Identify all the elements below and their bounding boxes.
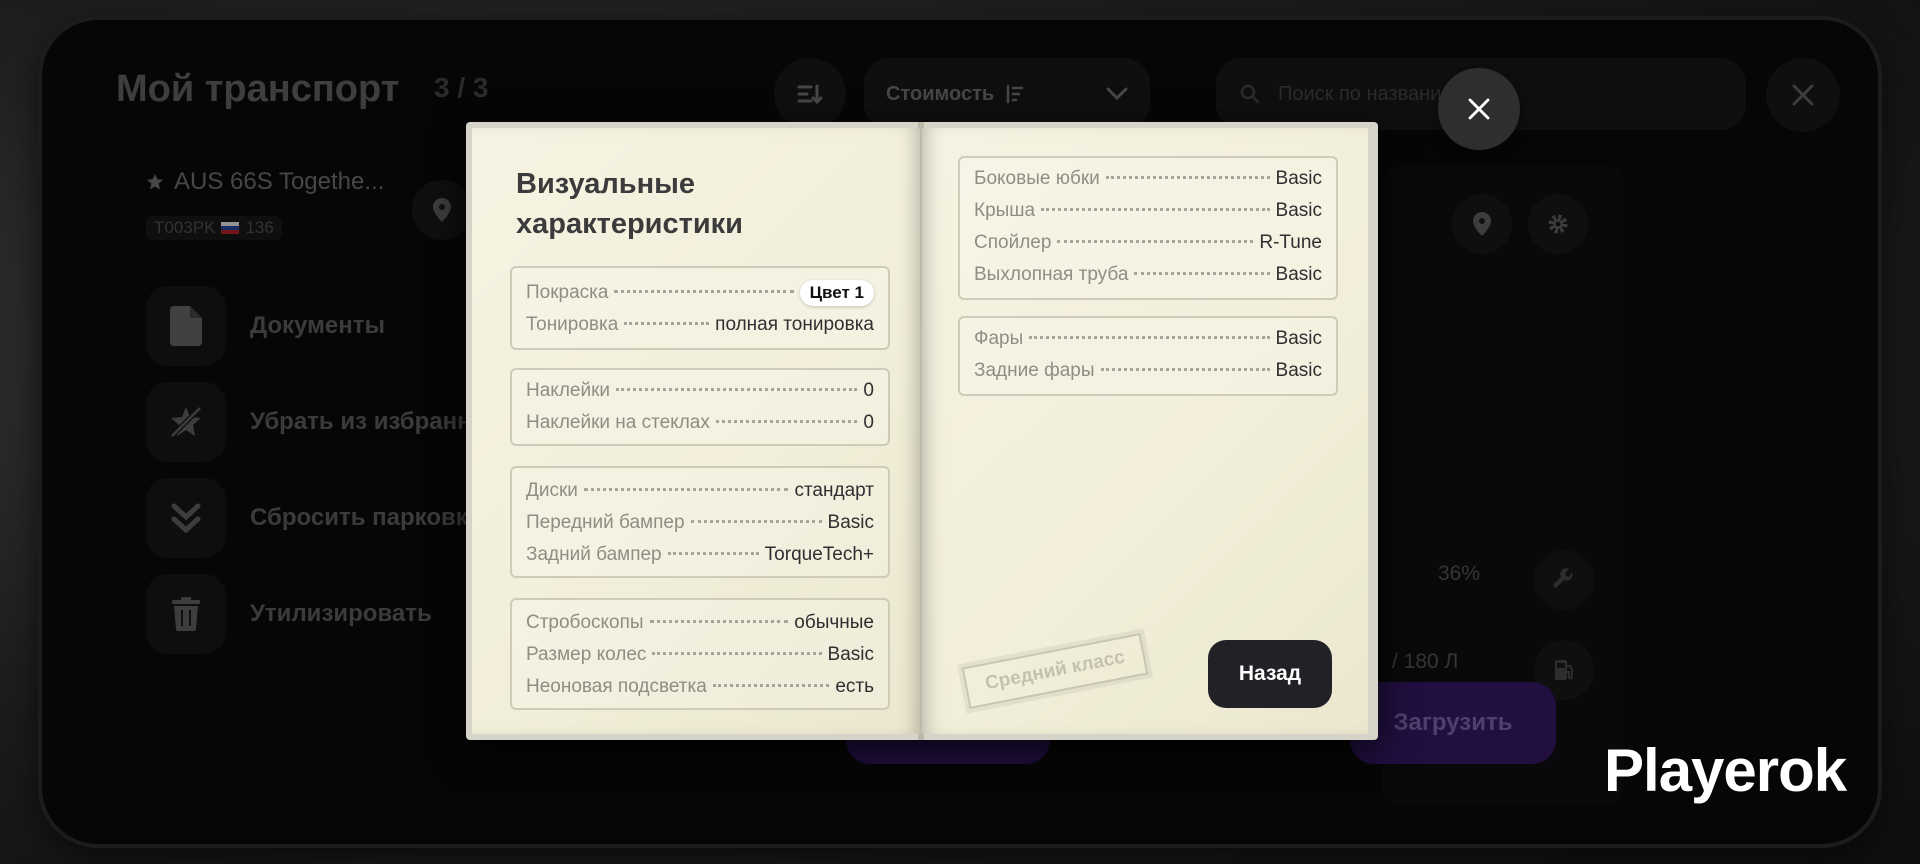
book-title: Визуальные характеристики: [516, 168, 743, 240]
spec-row: Спойлер R-Tune: [974, 232, 1322, 258]
visual-specs-book: Визуальные характеристики Покраска Цвет …: [466, 122, 1378, 740]
spec-value: 0: [863, 412, 874, 433]
spec-label: Задний бампер: [526, 544, 662, 565]
spec-value: Basic: [1275, 328, 1322, 349]
spec-row: Наклейки 0: [526, 380, 874, 406]
spec-value: стандарт: [794, 480, 874, 501]
close-icon: [1468, 98, 1490, 120]
spec-label: Фары: [974, 328, 1024, 349]
spec-value: обычные: [794, 612, 874, 633]
book-right-page: Боковые юбки Basic Крыша Basic Спойлер R…: [922, 128, 1368, 734]
spec-label: Крыша: [974, 200, 1036, 221]
spec-label: Передний бампер: [526, 512, 685, 533]
spec-label: Неоновая подсветка: [526, 676, 707, 697]
spec-label: Покраска: [526, 282, 609, 303]
spec-row: Размер колес Basic: [526, 644, 874, 670]
spec-row: Наклейки на стеклах 0: [526, 412, 874, 438]
spec-label: Боковые юбки: [974, 168, 1100, 189]
book-left-page: Визуальные характеристики Покраска Цвет …: [472, 128, 920, 734]
paint-group: Покраска Цвет 1 Тонировка полная тониров…: [510, 266, 890, 350]
spec-row: Передний бампер Basic: [526, 512, 874, 538]
spec-row: Тонировка полная тонировка: [526, 314, 874, 340]
spec-row: Диски стандарт: [526, 480, 874, 506]
spec-label: Выхлопная труба: [974, 264, 1129, 285]
spec-value: TorqueTech+: [764, 544, 874, 565]
spec-label: Стробоскопы: [526, 612, 644, 633]
spec-value: Basic: [827, 512, 874, 533]
stickers-group: Наклейки 0 Наклейки на стеклах 0: [510, 368, 890, 446]
spec-row: Выхлопная труба Basic: [974, 264, 1322, 290]
spec-value: Basic: [1275, 264, 1322, 285]
spec-row: Задний бампер TorqueTech+: [526, 544, 874, 570]
spec-row: Боковые юбки Basic: [974, 168, 1322, 194]
spec-label: Наклейки на стеклах: [526, 412, 710, 433]
watermark-logo: Playerok: [1604, 737, 1847, 804]
spec-label: Спойлер: [974, 232, 1052, 253]
class-stamp: Средний класс: [961, 633, 1149, 709]
spec-row: Неоновая подсветка есть: [526, 676, 874, 702]
spec-value: R-Tune: [1259, 232, 1322, 253]
spec-row: Стробоскопы обычные: [526, 612, 874, 638]
spec-row: Задние фары Basic: [974, 360, 1322, 386]
lights-group: Стробоскопы обычные Размер колес Basic Н…: [510, 598, 890, 710]
spec-value: Basic: [827, 644, 874, 665]
paint-color-chip[interactable]: Цвет 1: [799, 280, 874, 306]
spec-value: Basic: [1275, 200, 1322, 221]
spec-row: Покраска Цвет 1: [526, 280, 874, 306]
headlights-group: Фары Basic Задние фары Basic: [958, 316, 1338, 396]
spec-label: Наклейки: [526, 380, 611, 401]
spec-value: Basic: [1275, 168, 1322, 189]
spec-label: Размер колес: [526, 644, 647, 665]
book-close-button[interactable]: [1438, 68, 1520, 150]
spec-label: Тонировка: [526, 314, 619, 335]
spec-row: Фары Basic: [974, 328, 1322, 354]
spec-row: Крыша Basic: [974, 200, 1322, 226]
spec-value: Basic: [1275, 360, 1322, 381]
spec-label: Задние фары: [974, 360, 1095, 381]
spec-value: 0: [863, 380, 874, 401]
body-kit-group: Боковые юбки Basic Крыша Basic Спойлер R…: [958, 156, 1338, 300]
back-button[interactable]: Назад: [1208, 640, 1332, 708]
spec-value: есть: [835, 676, 874, 697]
wheels-bumpers-group: Диски стандарт Передний бампер Basic Зад…: [510, 466, 890, 578]
spec-label: Диски: [526, 480, 578, 501]
spec-value: полная тонировка: [715, 314, 874, 335]
